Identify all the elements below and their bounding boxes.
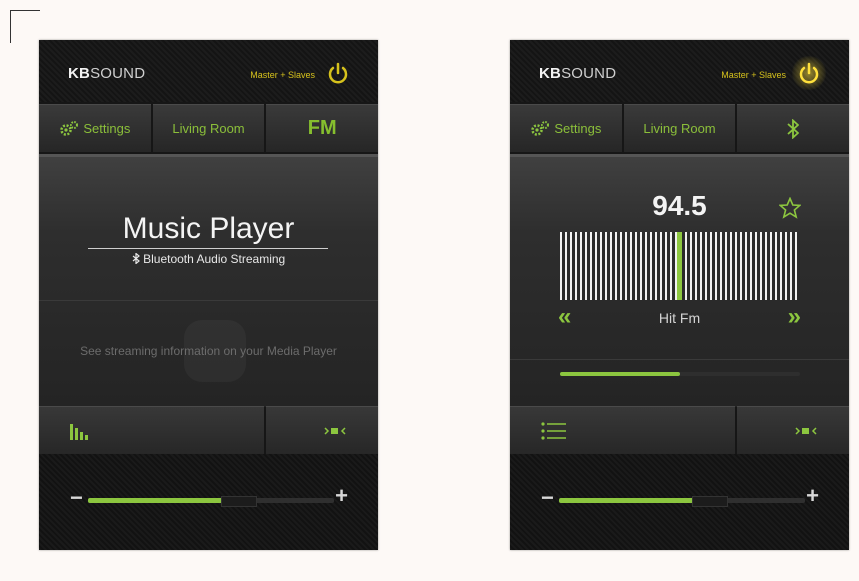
master-slaves-label: Master + Slaves <box>721 70 786 80</box>
star-icon <box>779 197 801 219</box>
music-player-screen: KBSOUND Master + Slaves Settings Living … <box>39 40 378 550</box>
tuner-dial[interactable] <box>560 232 800 300</box>
volume-fill <box>559 498 695 503</box>
source-fm-button[interactable]: FM <box>266 104 378 152</box>
signal-strength-bar <box>560 372 800 376</box>
equalizer-button[interactable] <box>39 406 264 454</box>
source-bluetooth-button[interactable] <box>737 104 849 152</box>
subtitle-text: Bluetooth Audio Streaming <box>143 252 286 266</box>
source-label: FM <box>307 117 337 139</box>
signal-strength-fill <box>560 372 680 376</box>
header-bar: KBSOUND Master + Slaves <box>510 40 849 102</box>
speaker-link-icon <box>795 426 817 435</box>
settings-button[interactable]: Settings <box>39 104 151 152</box>
gears-icon <box>60 120 79 136</box>
streaming-info-text: See streaming information on your Media … <box>80 344 337 358</box>
page-title: Music Player <box>122 212 295 245</box>
fm-radio-screen: KBSOUND Master + Slaves Settings Living … <box>510 40 849 550</box>
tuner-needle[interactable] <box>677 232 682 300</box>
power-button[interactable] <box>327 62 349 84</box>
settings-label: Settings <box>83 121 131 136</box>
next-station-button[interactable]: » <box>788 303 801 331</box>
favorite-button[interactable] <box>779 197 801 219</box>
volume-knob[interactable] <box>692 496 729 507</box>
speaker-link-button[interactable] <box>266 406 378 454</box>
title-underline <box>88 248 328 249</box>
volume-down-button[interactable]: − <box>70 485 83 511</box>
volume-knob[interactable] <box>221 496 258 507</box>
volume-fill <box>88 498 224 503</box>
room-selector-button[interactable]: Living Room <box>623 104 736 152</box>
volume-up-button[interactable]: + <box>806 483 819 509</box>
top-tabs: Settings Living Room FM <box>39 104 378 152</box>
brand-logo: KBSOUND <box>68 65 146 82</box>
master-slaves-label: Master + Slaves <box>250 70 315 80</box>
divider <box>39 300 378 301</box>
room-label: Living Room <box>172 121 245 136</box>
fm-tuner-main: 94.5 « Hit Fm » <box>510 154 849 407</box>
room-selector-button[interactable]: Living Room <box>152 104 265 152</box>
brand-logo: KBSOUND <box>539 65 617 82</box>
header-bar: KBSOUND Master + Slaves <box>39 40 378 102</box>
bottom-controls <box>39 406 378 454</box>
top-tabs: Settings Living Room <box>510 104 849 152</box>
bluetooth-icon <box>132 253 140 264</box>
equalizer-icon <box>70 423 88 440</box>
divider <box>510 359 849 360</box>
volume-area: − + <box>510 454 849 550</box>
settings-label: Settings <box>554 121 602 136</box>
speaker-link-icon <box>324 426 346 435</box>
bluetooth-icon <box>787 118 800 139</box>
volume-up-button[interactable]: + <box>335 483 348 509</box>
corner-crop-mark <box>10 10 40 43</box>
power-icon <box>799 62 819 84</box>
power-icon <box>328 62 348 84</box>
volume-slider[interactable] <box>88 496 334 507</box>
speaker-link-button[interactable] <box>737 406 849 454</box>
volume-slider[interactable] <box>559 496 805 507</box>
settings-button[interactable]: Settings <box>510 104 622 152</box>
presets-list-icon <box>541 421 566 440</box>
bottom-controls <box>510 406 849 454</box>
gears-icon <box>531 120 550 136</box>
room-label: Living Room <box>643 121 716 136</box>
presets-list-button[interactable] <box>510 406 735 454</box>
subtitle: Bluetooth Audio Streaming <box>39 252 378 266</box>
music-player-main: Music Player Bluetooth Audio Streaming S… <box>39 154 378 407</box>
volume-area: − + <box>39 454 378 550</box>
power-button[interactable] <box>798 62 820 84</box>
volume-down-button[interactable]: − <box>541 485 554 511</box>
